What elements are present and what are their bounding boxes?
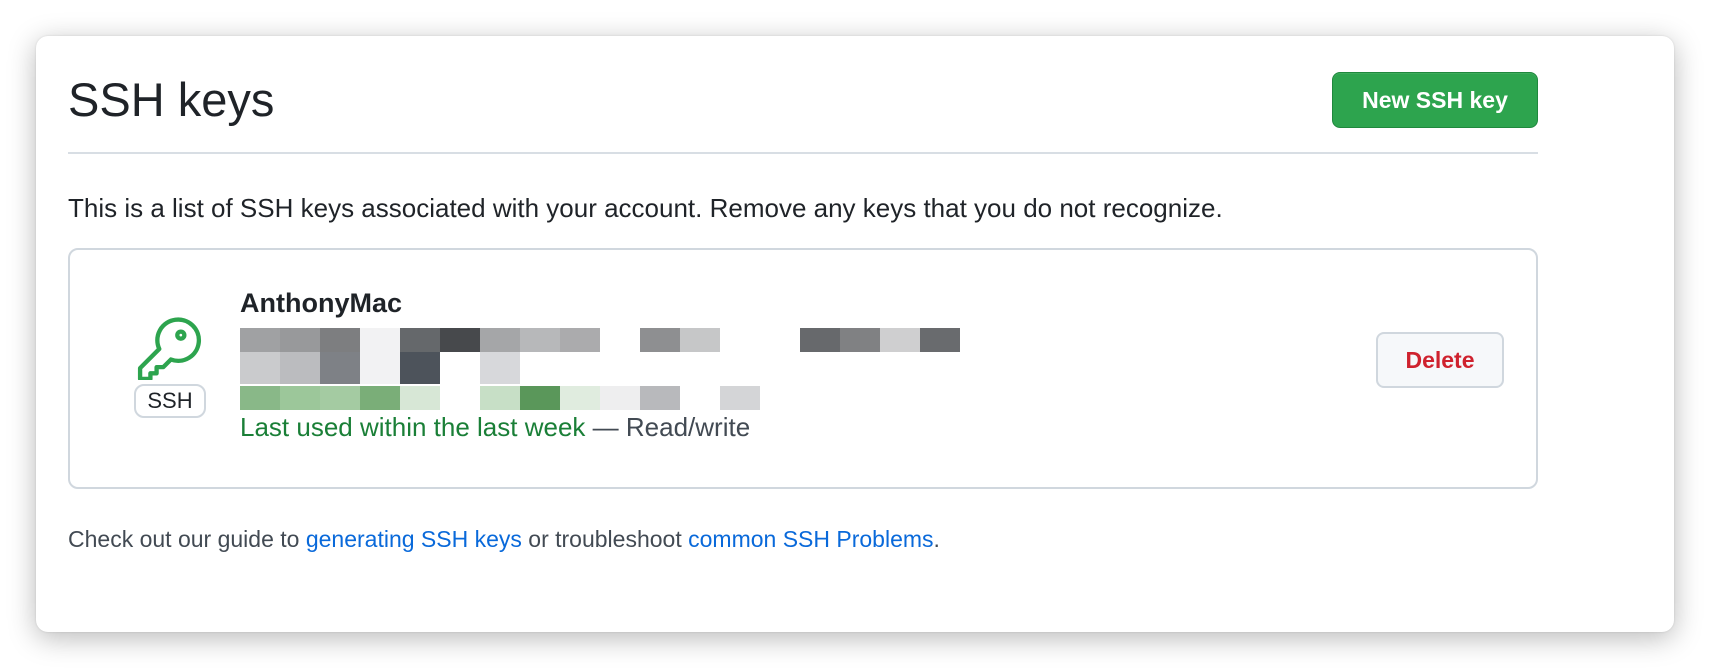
generating-ssh-keys-link[interactable]: generating SSH keys [306, 526, 522, 552]
key-title: AnthonyMac [240, 288, 402, 318]
guide-prefix: Check out our guide to [68, 526, 306, 552]
intro-text: This is a list of SSH keys associated wi… [68, 193, 1223, 223]
ssh-key-item: SSH AnthonyMac Last used within the last… [68, 248, 1538, 489]
guide-suffix: . [933, 526, 940, 552]
last-used-text: Last used within the last week [240, 412, 586, 442]
ssh-type-badge: SSH [134, 384, 206, 418]
key-icon [137, 317, 201, 380]
key-fingerprint-redacted [240, 328, 960, 410]
page-header: SSH keys New SSH key [68, 36, 1538, 154]
guide-text: Check out our guide to generating SSH ke… [68, 526, 940, 553]
guide-middle: or troubleshoot [521, 526, 689, 552]
common-ssh-problems-link[interactable]: common SSH Problems [688, 526, 933, 552]
delete-key-button[interactable]: Delete [1376, 332, 1504, 388]
access-level: Read/write [625, 412, 751, 442]
ssh-keys-panel: SSH keys New SSH key This is a list of S… [36, 36, 1674, 632]
new-ssh-key-button[interactable]: New SSH key [1332, 72, 1538, 128]
key-icon-group: SSH [134, 314, 206, 424]
key-last-used: Last used within the last week — Read/wr… [240, 412, 750, 443]
page-title: SSH keys [68, 73, 275, 126]
separator: — [585, 412, 626, 442]
